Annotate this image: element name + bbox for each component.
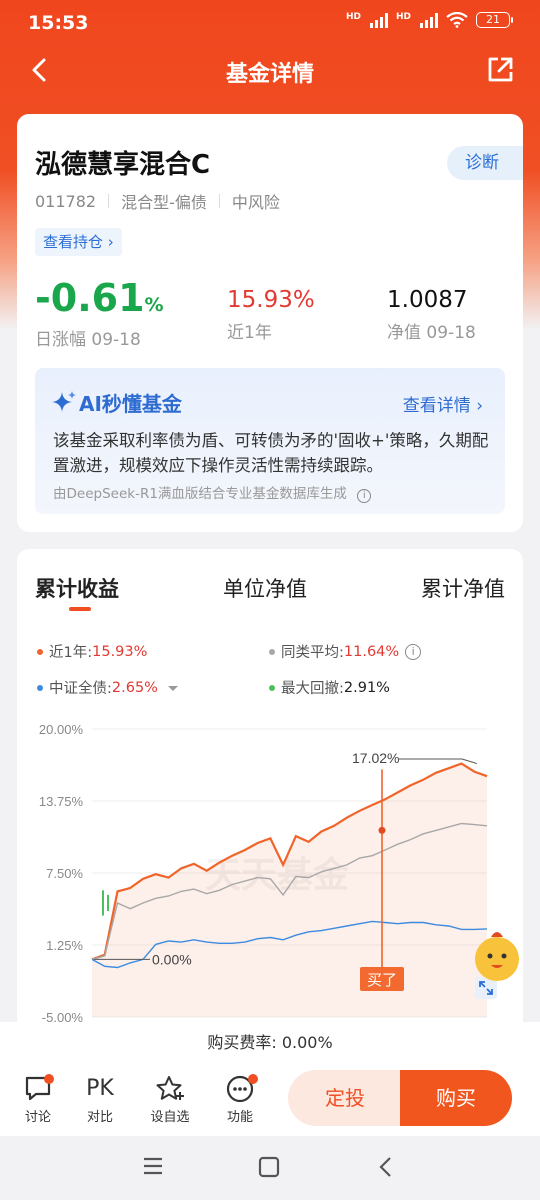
nav-label: 净值 09-18 [387,323,476,343]
page-title: 基金详情 [225,62,314,87]
caret-down-icon[interactable] [166,683,180,693]
more-icon [210,1074,270,1104]
home-icon[interactable] [258,1156,280,1178]
status-icons: HD HD 21 [346,12,513,28]
ai-source-text: 由DeepSeek-R1满血版结合专业基金数据库生成 [53,486,347,502]
tab-indicator [69,607,91,611]
system-back-icon[interactable] [376,1156,396,1178]
fund-name: 泓德慧享混合C [35,150,211,180]
legend-index-label: 中证全债: [49,681,112,697]
peak-label: 17.02% [352,750,399,766]
peak-leader-2 [461,758,478,765]
ai-source: 由DeepSeek-R1满血版结合专业基金数据库生成 i [53,482,372,503]
tab-cumulative-nav[interactable]: 累计净值 [421,573,505,603]
legend-index[interactable]: 中证全债: 2.65% [37,677,180,698]
auto-invest-button[interactable]: 定投 [288,1070,402,1126]
fund-risk: 中风险 [231,193,280,212]
buy-point [378,826,386,834]
chat-bubble-icon [8,1074,68,1104]
y-tick-label: 20.00% [39,722,84,737]
fund-info-card: 泓德慧享混合C 诊断 011782 混合型-偏债 中风险 查看持仓 › -0.6… [17,114,523,532]
compare-button[interactable]: PK 对比 [70,1074,130,1125]
legend-peer-label: 同类平均: [281,645,344,661]
daily-change-unit: % [144,294,164,316]
year-return-value: 15.93% [227,287,315,313]
pk-icon: PK [86,1076,114,1101]
legend-peer-value: 11.64% [343,643,400,660]
sparkle-icon [52,391,76,412]
discuss-label: 讨论 [24,1110,51,1125]
wifi-icon [446,12,468,28]
menu-icon[interactable] [142,1156,164,1176]
discuss-button[interactable]: 讨论 [8,1074,68,1125]
chart-card: 累计收益 单位净值 累计净值 近1年: 15.93% 同类平均: 11.64% i … [17,549,523,1069]
compare-label: 对比 [86,1110,113,1125]
year-return-label: 近1年 [227,323,272,343]
y-tick-label: 13.75% [39,794,84,809]
legend-fund-value: 15.93% [92,643,148,660]
add-watchlist-button[interactable]: 设自选 [140,1074,200,1125]
tab-cumulative-return[interactable]: 累计收益 [35,573,119,603]
buy-button[interactable]: 购买 [400,1070,512,1126]
legend-drawdown-value: 2.91% [343,679,390,696]
return-chart[interactable]: 天天基金 20.00%13.75%7.50%1.25%-5.00% 买了17.0… [17,709,523,1024]
start-label: 0.00% [152,951,192,967]
signal-icon [369,12,388,28]
y-tick-label: 1.25% [46,938,83,953]
legend-drawdown: 最大回撤: 2.91% [269,677,390,698]
purchase-fee: 购买费率: 0.00% [0,1022,540,1064]
fund-tags: 011782 混合型-偏债 中风险 [35,189,280,213]
legend-fund-label: 近1年: [49,645,93,661]
signal-icon-2 [420,12,438,28]
ai-title: AI秒懂基金 [79,392,182,416]
bottom-action-bar: 讨论 PK 对比 设自选 功能 定投 购买 [0,1064,540,1136]
view-holdings-button[interactable]: 查看持仓 › [35,228,122,256]
notification-dot [248,1074,258,1084]
year-return-metric: 15.93% 近1年 [227,284,315,343]
y-tick-label: 7.50% [46,866,83,881]
ai-summary-box[interactable]: AI秒懂基金 查看详情 › 该基金采取利率债为盾、可转债为矛的'固收+'策略，久… [35,368,505,514]
fund-area [92,763,487,1017]
ai-detail-link[interactable]: 查看详情 › [403,391,483,416]
info-icon[interactable]: i [357,489,372,503]
share-icon[interactable] [484,54,516,86]
notification-dot [44,1074,54,1084]
legend-fund: 近1年: 15.93% [37,641,147,662]
status-time: 15:53 [28,12,89,34]
battery-icon: 21 [476,12,513,28]
functions-label: 功能 [226,1110,253,1125]
nav-bar: 基金详情 [0,46,540,94]
nav-metric: 1.0087 净值 09-18 [387,284,476,343]
info-icon[interactable]: i [405,643,422,660]
fund-code: 011782 [35,191,97,211]
buy-label: 买了 [367,971,397,989]
daily-change-value: -0.61 [35,276,145,320]
nav-value: 1.0087 [387,287,468,313]
diagnose-button[interactable]: 诊断 [447,146,523,180]
tab-unit-nav[interactable]: 单位净值 [223,573,307,603]
ai-summary-text: 该基金采取利率债为盾、可转债为矛的'固收+'策略，久期配置激进，规模效应下操作灵… [53,431,489,475]
functions-button[interactable]: 功能 [210,1074,270,1125]
daily-change-metric: -0.61% 日涨幅 09-18 [35,274,164,350]
watchlist-label: 设自选 [150,1110,190,1125]
star-add-icon [140,1074,200,1104]
legend-peer: 同类平均: 11.64% i [269,641,422,662]
fund-type: 混合型-偏债 [121,193,207,212]
status-bar: 15:53 HD HD 21 [0,0,540,46]
system-nav-bar [0,1136,540,1200]
legend-drawdown-label: 最大回撤: [281,681,344,697]
legend-index-value: 2.65% [111,679,158,696]
